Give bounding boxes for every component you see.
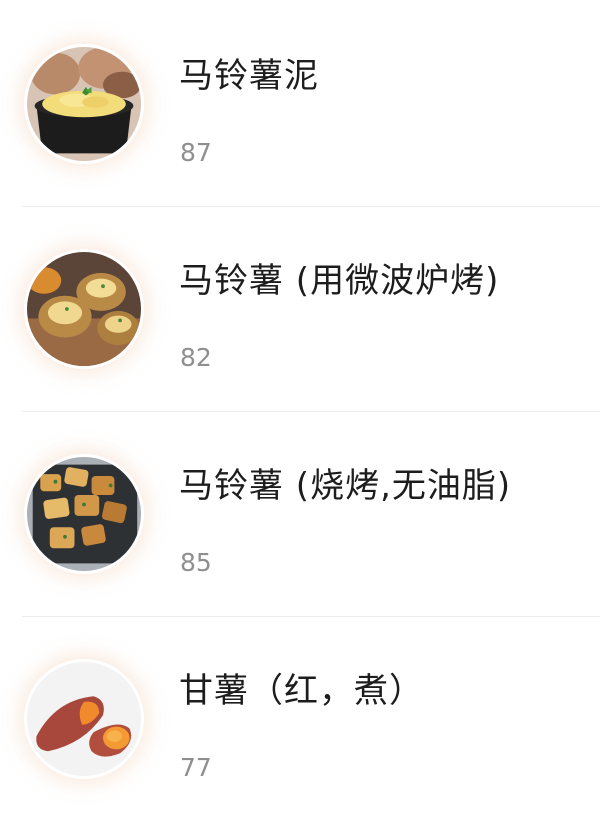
food-value: 77 bbox=[180, 753, 212, 782]
microwave-baked-potato-image bbox=[24, 249, 144, 369]
roasted-potato-image bbox=[24, 454, 144, 574]
list-item[interactable]: 马铃薯 (烧烤,无油脂) 85 bbox=[0, 412, 600, 617]
food-value: 85 bbox=[180, 548, 212, 577]
list-item[interactable]: 甘薯（红，煮） 77 bbox=[0, 617, 600, 821]
list-item[interactable]: 马铃薯 (用微波炉烤) 82 bbox=[0, 207, 600, 412]
food-value: 82 bbox=[180, 343, 212, 372]
sweet-potato-image bbox=[24, 659, 144, 779]
food-name: 马铃薯泥 bbox=[179, 56, 319, 96]
food-value: 87 bbox=[180, 138, 212, 167]
mashed-potato-image bbox=[24, 44, 144, 164]
food-name: 甘薯（红，煮） bbox=[179, 671, 424, 711]
food-name: 马铃薯 (烧烤,无油脂) bbox=[179, 466, 512, 506]
list-item[interactable]: 马铃薯泥 87 bbox=[0, 2, 600, 207]
food-name: 马铃薯 (用微波炉烤) bbox=[179, 261, 500, 301]
food-list: 马铃薯泥 87 马铃薯 (用微波炉烤) 82 马铃薯 (烧烤,无油脂) 85 甘… bbox=[0, 0, 600, 821]
